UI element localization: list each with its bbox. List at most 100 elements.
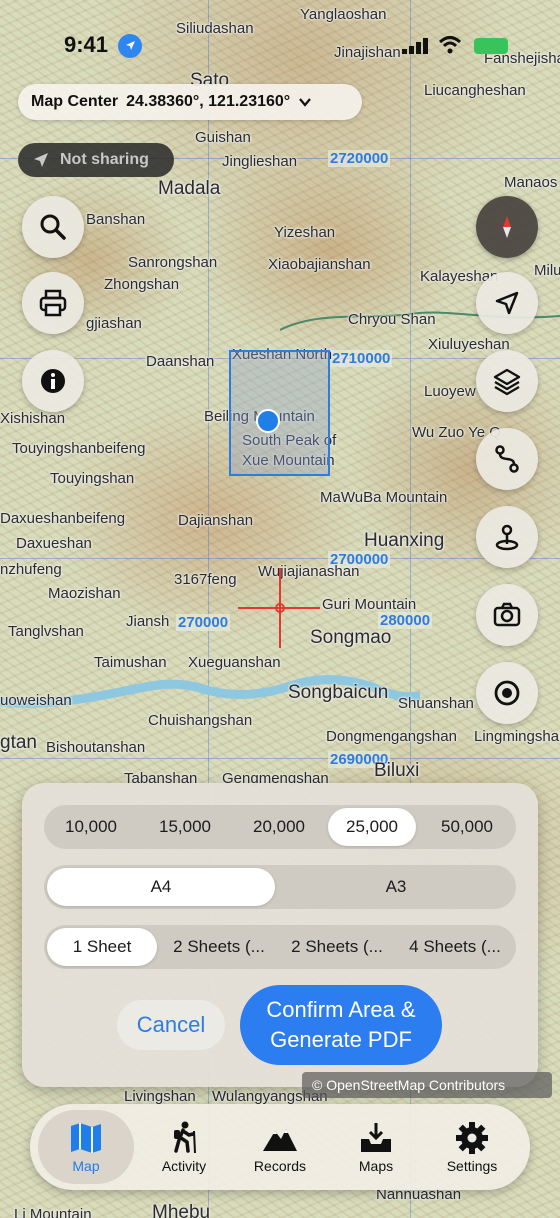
scale-selector[interactable]: 10,000 15,000 20,000 25,000 50,000 xyxy=(44,805,516,849)
place-label: Zhongshan xyxy=(104,276,180,293)
tab-label: Records xyxy=(253,1157,307,1174)
place-label: Maozishan xyxy=(48,585,121,602)
place-label: 3167feng xyxy=(174,571,237,588)
place-label: gjiashan xyxy=(86,315,142,332)
map-center-label: Map Center xyxy=(31,93,119,110)
tab-map[interactable]: Map xyxy=(38,1110,134,1184)
place-label: Songmao xyxy=(310,627,392,648)
place-label: Tanglvshan xyxy=(8,623,84,640)
route-icon xyxy=(495,445,519,473)
info-icon xyxy=(41,369,65,393)
place-label: Chuishangshan xyxy=(148,712,253,729)
tab-records[interactable]: Records xyxy=(232,1110,328,1184)
map-attribution[interactable]: © OpenStreetMap Contributors xyxy=(302,1072,552,1098)
place-label: Manaos xyxy=(504,174,558,191)
place-label: Huanxing xyxy=(364,530,445,551)
paper-option[interactable]: A3 xyxy=(280,868,512,906)
map-center-coords: 24.38360°, 121.23160° xyxy=(126,93,291,110)
tab-bar: Map Activity Records Maps Settings xyxy=(30,1104,530,1190)
grid-line xyxy=(0,758,560,759)
tab-label: Maps xyxy=(358,1157,394,1174)
location-arrow-icon xyxy=(495,291,519,315)
place-label: uoweishan xyxy=(0,692,72,709)
selected-peak-marker[interactable] xyxy=(256,409,280,433)
scale-option[interactable]: 50,000 xyxy=(418,808,516,846)
camera-icon xyxy=(493,602,521,627)
place-label: Xishishan xyxy=(0,410,66,427)
place-label: Mhebu xyxy=(152,1202,211,1218)
place-label: Daanshan xyxy=(146,353,215,370)
location-arrow-icon xyxy=(34,153,48,167)
place-label: Touyingshan xyxy=(50,470,135,487)
place-label: Touyingshanbeifeng xyxy=(12,440,146,457)
sheet-count-selector[interactable]: 1 Sheet 2 Sheets (... 2 Sheets (... 4 Sh… xyxy=(44,925,516,969)
place-label: Jinglieshan xyxy=(222,153,298,170)
route-button[interactable] xyxy=(476,428,538,490)
wifi-icon xyxy=(438,36,462,54)
scale-option[interactable]: 20,000 xyxy=(232,808,326,846)
place-label: Wujiajianashan xyxy=(258,563,360,580)
place-label: Milu xyxy=(534,262,560,279)
place-label: Sanrongshan xyxy=(128,254,218,271)
waypoint-button[interactable] xyxy=(476,506,538,568)
place-label: Livingshan xyxy=(124,1088,196,1105)
place-label: Xueguanshan xyxy=(188,654,281,671)
camera-button[interactable] xyxy=(476,584,538,646)
tab-label: Settings xyxy=(446,1157,498,1174)
map-center-selector[interactable]: Map Center 24.38360°, 121.23160° xyxy=(18,84,362,120)
crosshair-center xyxy=(275,603,285,613)
place-label: Dongmengangshan xyxy=(326,728,457,745)
locate-me-button[interactable] xyxy=(476,272,538,334)
mountains-icon xyxy=(263,1128,297,1151)
tab-settings[interactable]: Settings xyxy=(424,1110,520,1184)
status-bar: 9:41 xyxy=(0,30,560,62)
tab-activity[interactable]: Activity xyxy=(136,1110,232,1184)
waypoint-pin-icon xyxy=(495,524,519,551)
tab-maps[interactable]: Maps xyxy=(328,1110,424,1184)
cancel-button[interactable]: Cancel xyxy=(117,1000,225,1050)
place-label: Daxueshan xyxy=(16,535,92,552)
sheet-option[interactable]: 2 Sheets (... xyxy=(160,928,278,966)
place-label: Daxueshanbeifeng xyxy=(0,510,126,527)
print-area-selection[interactable] xyxy=(229,350,330,476)
scale-option[interactable]: 10,000 xyxy=(44,808,138,846)
place-label: Bishoutanshan xyxy=(46,739,146,756)
paper-option-selected[interactable]: A4 xyxy=(47,868,275,906)
place-label: Liucangheshan xyxy=(424,82,526,99)
place-label: Yizeshan xyxy=(274,224,336,241)
confirm-generate-pdf-button[interactable]: Confirm Area & Generate PDF xyxy=(240,985,442,1065)
place-label: Guri Mountain xyxy=(322,596,417,613)
sharing-status-label: Not sharing xyxy=(60,151,149,168)
location-sharing-pill[interactable]: Not sharing xyxy=(18,143,174,177)
info-button[interactable] xyxy=(22,350,84,412)
place-label: Xiaobajianshan xyxy=(268,256,371,273)
grid-label: 2720000 xyxy=(328,150,391,167)
search-button[interactable] xyxy=(22,196,84,258)
place-label: Banshan xyxy=(86,211,146,228)
print-button[interactable] xyxy=(22,272,84,334)
scale-option-selected[interactable]: 25,000 xyxy=(328,808,416,846)
tab-label: Map xyxy=(72,1157,100,1174)
record-button[interactable] xyxy=(476,662,538,724)
search-icon xyxy=(40,214,66,240)
sheet-option[interactable]: 4 Sheets (... xyxy=(396,928,514,966)
cellular-signal-icon xyxy=(402,38,428,54)
chevron-down-icon xyxy=(299,98,312,107)
printer-icon xyxy=(39,289,67,317)
place-label: Taimushan xyxy=(94,654,167,671)
place-label: Madala xyxy=(158,178,221,199)
place-label: MaWuBa Mountain xyxy=(320,489,448,506)
place-label: Songbaicun xyxy=(288,682,389,703)
place-label: Biluxi xyxy=(374,760,420,781)
sheet-option[interactable]: 2 Sheets (... xyxy=(278,928,396,966)
battery-icon xyxy=(474,38,508,54)
map-icon xyxy=(71,1122,101,1153)
paper-size-selector[interactable]: A4 A3 xyxy=(44,865,516,909)
compass-button[interactable] xyxy=(476,196,538,258)
place-label: Lingmingshan xyxy=(474,728,560,745)
scale-option[interactable]: 15,000 xyxy=(138,808,232,846)
layers-button[interactable] xyxy=(476,350,538,412)
place-label: Shuanshan xyxy=(398,695,474,712)
location-services-icon xyxy=(118,34,142,58)
sheet-option-selected[interactable]: 1 Sheet xyxy=(47,928,157,966)
